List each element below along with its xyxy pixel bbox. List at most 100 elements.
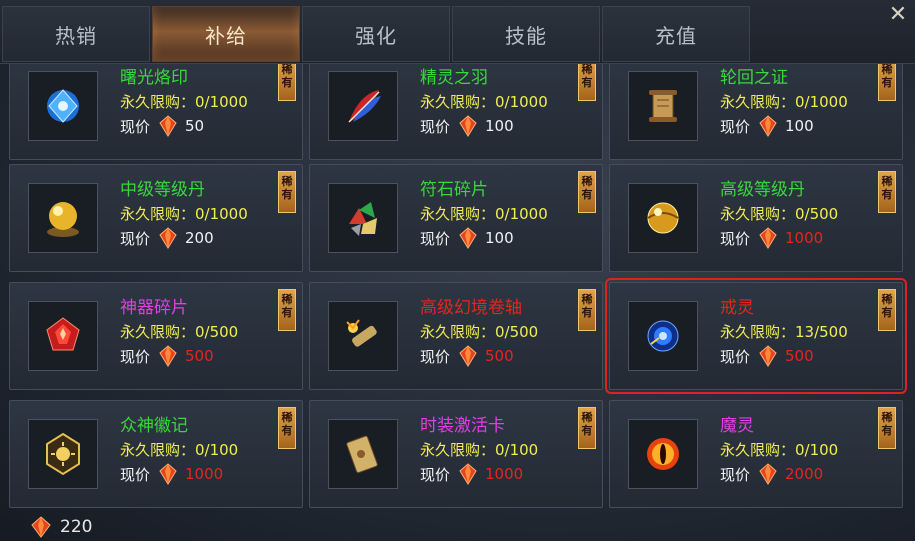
price-row: 现价 100 bbox=[720, 115, 814, 137]
shop-item-card[interactable]: 曙光烙印 永久限购：0/1000 现价 50 稀有 bbox=[9, 64, 303, 160]
shop-item-card[interactable]: 轮回之证 永久限购：0/1000 现价 100 稀有 bbox=[609, 64, 903, 160]
price-label: 现价 bbox=[420, 117, 451, 136]
card-icon bbox=[346, 435, 378, 474]
tab-enhance[interactable]: 强化 bbox=[302, 6, 450, 62]
item-name: 时装激活卡 bbox=[420, 416, 505, 436]
rare-badge: 稀有 bbox=[278, 407, 296, 449]
golden-orb-icon bbox=[47, 202, 79, 237]
purchase-limit: 永久限购：0/100 bbox=[120, 441, 239, 459]
item-slot[interactable] bbox=[28, 71, 98, 141]
price-label: 现价 bbox=[420, 465, 451, 484]
item-name: 戒灵 bbox=[720, 298, 754, 318]
item-slot[interactable] bbox=[28, 419, 98, 489]
shop-item-card[interactable]: 精灵之羽 永久限购：0/1000 现价 100 稀有 bbox=[309, 64, 603, 160]
red-diamond-icon bbox=[759, 463, 777, 485]
fire-eye-icon bbox=[647, 438, 679, 470]
item-slot[interactable] bbox=[328, 419, 398, 489]
item-slot[interactable] bbox=[28, 183, 98, 253]
item-name: 神器碎片 bbox=[120, 298, 188, 318]
price-row: 现价 100 bbox=[420, 115, 514, 137]
price-row: 现价 1000 bbox=[120, 463, 223, 485]
rare-badge: 稀有 bbox=[278, 64, 296, 101]
feather-icon bbox=[348, 90, 381, 123]
price-label: 现价 bbox=[120, 117, 151, 136]
purchase-limit: 永久限购：0/500 bbox=[120, 323, 239, 341]
tab-supply[interactable]: 补给 bbox=[152, 6, 300, 62]
tab-hot[interactable]: 热销 bbox=[2, 6, 150, 62]
shop-item-card[interactable]: 高级等级丹 永久限购：0/500 现价 1000 稀有 bbox=[609, 164, 903, 272]
rare-badge: 稀有 bbox=[578, 289, 596, 331]
purchase-limit: 永久限购：0/100 bbox=[720, 441, 839, 459]
price-value: 50 bbox=[185, 117, 205, 135]
price-row: 现价 1000 bbox=[720, 227, 823, 249]
item-slot[interactable] bbox=[328, 71, 398, 141]
item-name: 魔灵 bbox=[720, 416, 754, 436]
blue-vortex-icon bbox=[647, 320, 679, 352]
rune-shards-icon bbox=[349, 202, 377, 236]
red-diamond-icon bbox=[459, 227, 477, 249]
purchase-limit: 永久限购：0/100 bbox=[420, 441, 539, 459]
shop-item-card[interactable]: 魔灵 永久限购：0/100 现价 2000 稀有 bbox=[609, 400, 903, 508]
purchase-limit: 永久限购：13/500 bbox=[720, 323, 848, 341]
shop-item-card[interactable]: 中级等级丹 永久限购：0/1000 现价 200 稀有 bbox=[9, 164, 303, 272]
rare-badge: 稀有 bbox=[278, 171, 296, 213]
item-slot[interactable] bbox=[628, 419, 698, 489]
rare-badge: 稀有 bbox=[878, 289, 896, 331]
close-icon[interactable]: ✕ bbox=[887, 4, 909, 26]
rare-badge: 稀有 bbox=[878, 407, 896, 449]
red-diamond-icon bbox=[759, 115, 777, 137]
balance-value: 220 bbox=[60, 517, 93, 537]
item-slot[interactable] bbox=[328, 301, 398, 371]
currency-balance: 220 bbox=[30, 516, 92, 538]
price-value: 100 bbox=[485, 117, 514, 135]
purchase-limit: 永久限购：0/1000 bbox=[420, 205, 548, 223]
item-slot[interactable] bbox=[628, 183, 698, 253]
red-diamond-icon bbox=[759, 227, 777, 249]
magic-scroll-icon bbox=[346, 319, 377, 347]
price-row: 现价 100 bbox=[420, 227, 514, 249]
red-diamond-icon bbox=[159, 463, 177, 485]
item-grid: 曙光烙印 永久限购：0/1000 现价 50 稀有 精灵之羽 永久限购：0/1000 现价 10… bbox=[0, 64, 915, 511]
purchase-limit: 永久限购：0/1000 bbox=[720, 93, 848, 111]
red-diamond-icon bbox=[459, 115, 477, 137]
price-value: 500 bbox=[185, 347, 214, 365]
shop-item-card[interactable]: 神器碎片 永久限购：0/500 现价 500 稀有 bbox=[9, 282, 303, 390]
price-label: 现价 bbox=[120, 347, 151, 366]
scroll-icon bbox=[649, 90, 677, 122]
item-slot[interactable] bbox=[628, 301, 698, 371]
price-label: 现价 bbox=[720, 229, 751, 248]
shop-item-card[interactable]: 符石碎片 永久限购：0/1000 现价 100 稀有 bbox=[309, 164, 603, 272]
tab-recharge[interactable]: 充值 bbox=[602, 6, 750, 62]
item-slot[interactable] bbox=[328, 183, 398, 253]
tab-skill[interactable]: 技能 bbox=[452, 6, 600, 62]
price-label: 现价 bbox=[720, 347, 751, 366]
price-value: 1000 bbox=[785, 229, 824, 247]
price-value: 100 bbox=[785, 117, 814, 135]
purchase-limit: 永久限购：0/1000 bbox=[120, 205, 248, 223]
shop-item-card[interactable]: 众神徽记 永久限购：0/100 现价 1000 稀有 bbox=[9, 400, 303, 508]
price-label: 现价 bbox=[720, 465, 751, 484]
price-value: 1000 bbox=[485, 465, 524, 483]
shop-item-card[interactable]: 高级幻境卷轴 永久限购：0/500 现价 500 稀有 bbox=[309, 282, 603, 390]
red-diamond-icon bbox=[459, 345, 477, 367]
price-value: 100 bbox=[485, 229, 514, 247]
price-label: 现价 bbox=[120, 465, 151, 484]
purchase-limit: 永久限购：0/500 bbox=[720, 205, 839, 223]
item-slot[interactable] bbox=[28, 301, 98, 371]
item-slot[interactable] bbox=[628, 71, 698, 141]
tab-bar: 热销 补给 强化 技能 充值 ✕ bbox=[0, 0, 915, 64]
price-value: 1000 bbox=[185, 465, 224, 483]
item-name: 高级等级丹 bbox=[720, 180, 805, 200]
shop-item-card[interactable]: 戒灵 永久限购：13/500 现价 500 稀有 bbox=[605, 278, 907, 394]
rare-badge: 稀有 bbox=[578, 407, 596, 449]
red-diamond-icon bbox=[159, 227, 177, 249]
red-diamond-icon bbox=[31, 516, 51, 538]
price-row: 现价 500 bbox=[420, 345, 514, 367]
price-value: 200 bbox=[185, 229, 214, 247]
price-label: 现价 bbox=[120, 229, 151, 248]
price-label: 现价 bbox=[420, 347, 451, 366]
shop-item-card[interactable]: 时装激活卡永久限购：0/100 现价 1000 稀有 bbox=[309, 400, 603, 508]
golden-sphere-icon bbox=[647, 202, 679, 234]
price-row: 现价 200 bbox=[120, 227, 214, 249]
price-row: 现价 50 bbox=[120, 115, 204, 137]
